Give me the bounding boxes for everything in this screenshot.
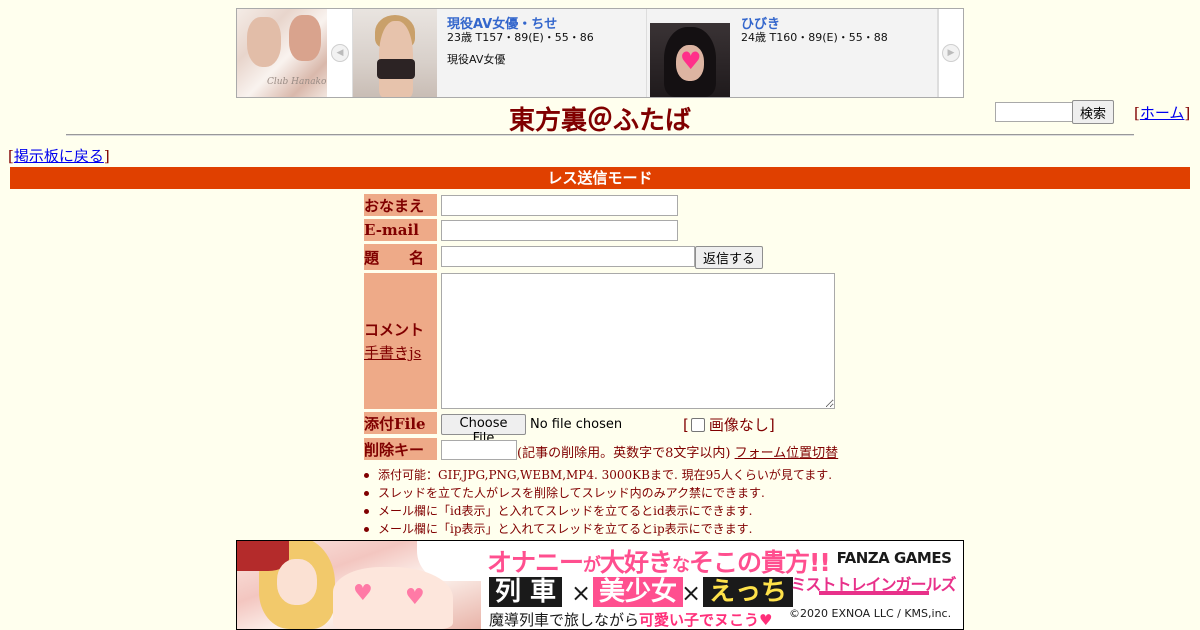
- ad-logo-signature: Club Hanako: [267, 77, 327, 87]
- subject-label: 題 名: [364, 244, 437, 270]
- banner-keyword-girl: 美少女: [593, 577, 684, 607]
- heart-icon: ♥: [680, 47, 702, 75]
- heart-icon: ♥: [353, 581, 373, 606]
- title-divider: [66, 134, 1134, 136]
- chevron-left-icon: ◀: [331, 44, 349, 62]
- back-to-board-link[interactable]: 掲示板に戻る: [14, 147, 104, 165]
- reply-mode-banner: レス送信モード: [10, 167, 1190, 189]
- file-status: No file chosen: [530, 417, 623, 432]
- banner-artwork: ♥ ♥: [237, 541, 481, 629]
- name-label: おなまえ: [364, 194, 437, 216]
- banner-subtitle: 魔導列車で旅しながら可愛い子でヌこう♥: [489, 611, 773, 629]
- ad-club-logo[interactable]: Club Hanako: [237, 9, 327, 97]
- subject-field[interactable]: [441, 246, 695, 267]
- delete-key-field[interactable]: [441, 440, 517, 460]
- name-field[interactable]: [441, 195, 678, 216]
- profile-photo: [353, 9, 437, 97]
- list-item: メール欄に「ip表示」と入れてスレッドを立てるとip表示にできます.: [362, 520, 832, 538]
- comment-label: コメント 手書きjs: [364, 273, 437, 409]
- posting-notes: 添付可能：GIF,JPG,PNG,WEBM,MP4. 3000KBまで. 現在9…: [362, 466, 832, 538]
- banner-tagline: オナニーが大好きなそこの貴方!!: [487, 548, 831, 577]
- delete-key-label: 削除キー: [364, 438, 437, 460]
- list-item: 添付可能：GIF,JPG,PNG,WEBM,MP4. 3000KBまで. 現在9…: [362, 466, 832, 484]
- search-input[interactable]: [995, 102, 1075, 122]
- search-button[interactable]: 検索: [1072, 100, 1114, 124]
- banner-keyword-ecchi: えっち: [703, 577, 794, 607]
- chevron-right-icon: ▶: [942, 44, 960, 62]
- no-image-option: [ 画像なし ]: [683, 415, 775, 435]
- ad-profile-card[interactable]: ♥ ひびき 24歳 T160・89(E)・55・88: [647, 9, 938, 97]
- handwriting-link[interactable]: 手書きjs: [364, 342, 421, 363]
- list-item: メール欄に「id表示」と入れてスレッドを立てるとid表示にできます.: [362, 502, 832, 520]
- email-label: E-mail: [364, 219, 437, 241]
- ad-profile-card[interactable]: 現役AV女優・ちせ 23歳 T157・89(E)・55・86 現役AV女優: [353, 9, 647, 97]
- profile-photo: ♥: [650, 23, 730, 97]
- carousel-next-button[interactable]: ▶: [938, 9, 963, 97]
- top-ad-carousel[interactable]: Club Hanako ◀ 現役AV女優・ちせ 23歳 T157・89(E)・5…: [236, 8, 964, 98]
- bottom-ad-banner[interactable]: ♥ ♥ オナニーが大好きなそこの貴方!! 列 車 × 美少女 × えっち 魔導列…: [236, 540, 964, 630]
- publisher-logo: FANZA GAMES: [836, 549, 952, 567]
- times-icon: ×: [571, 579, 592, 607]
- no-image-checkbox[interactable]: [690, 417, 705, 432]
- delete-key-note: (記事の削除用。英数字で8文字以内) フォーム位置切替: [517, 446, 839, 461]
- submit-reply-button[interactable]: 返信する: [695, 246, 763, 269]
- no-image-label: 画像なし: [708, 416, 769, 434]
- times-icon: ×: [681, 579, 702, 607]
- comment-field[interactable]: [441, 273, 835, 409]
- ad-logo-photo-2: [289, 15, 321, 61]
- banner-copyright: ©2020 EXNOA LLC / KMS,inc.: [789, 607, 952, 620]
- profile-stats: 24歳 T160・89(E)・55・88: [741, 31, 888, 44]
- carousel-prev-button[interactable]: ◀: [328, 9, 353, 97]
- file-label: 添付File: [364, 412, 437, 434]
- heart-icon: ♥: [405, 585, 425, 610]
- banner-keyword-train: 列 車: [489, 577, 563, 607]
- choose-file-button[interactable]: Choose File: [441, 414, 526, 446]
- home-link[interactable]: ホーム: [1140, 104, 1185, 122]
- ad-logo-photo: [247, 17, 281, 67]
- game-logo-underline: [819, 591, 929, 595]
- home-link-wrapper: [ホーム]: [1134, 104, 1191, 122]
- back-link-wrapper: [掲示板に戻る]: [8, 147, 110, 165]
- email-field[interactable]: [441, 220, 678, 241]
- list-item: スレッドを立てた人がレスを削除してスレッド内のみアク禁にできます.: [362, 484, 832, 502]
- profile-stats: 23歳 T157・89(E)・55・86: [447, 31, 594, 44]
- profile-description: 現役AV女優: [447, 53, 506, 66]
- comment-label-text: コメント: [364, 321, 425, 339]
- form-position-toggle-link[interactable]: フォーム位置切替: [735, 446, 839, 461]
